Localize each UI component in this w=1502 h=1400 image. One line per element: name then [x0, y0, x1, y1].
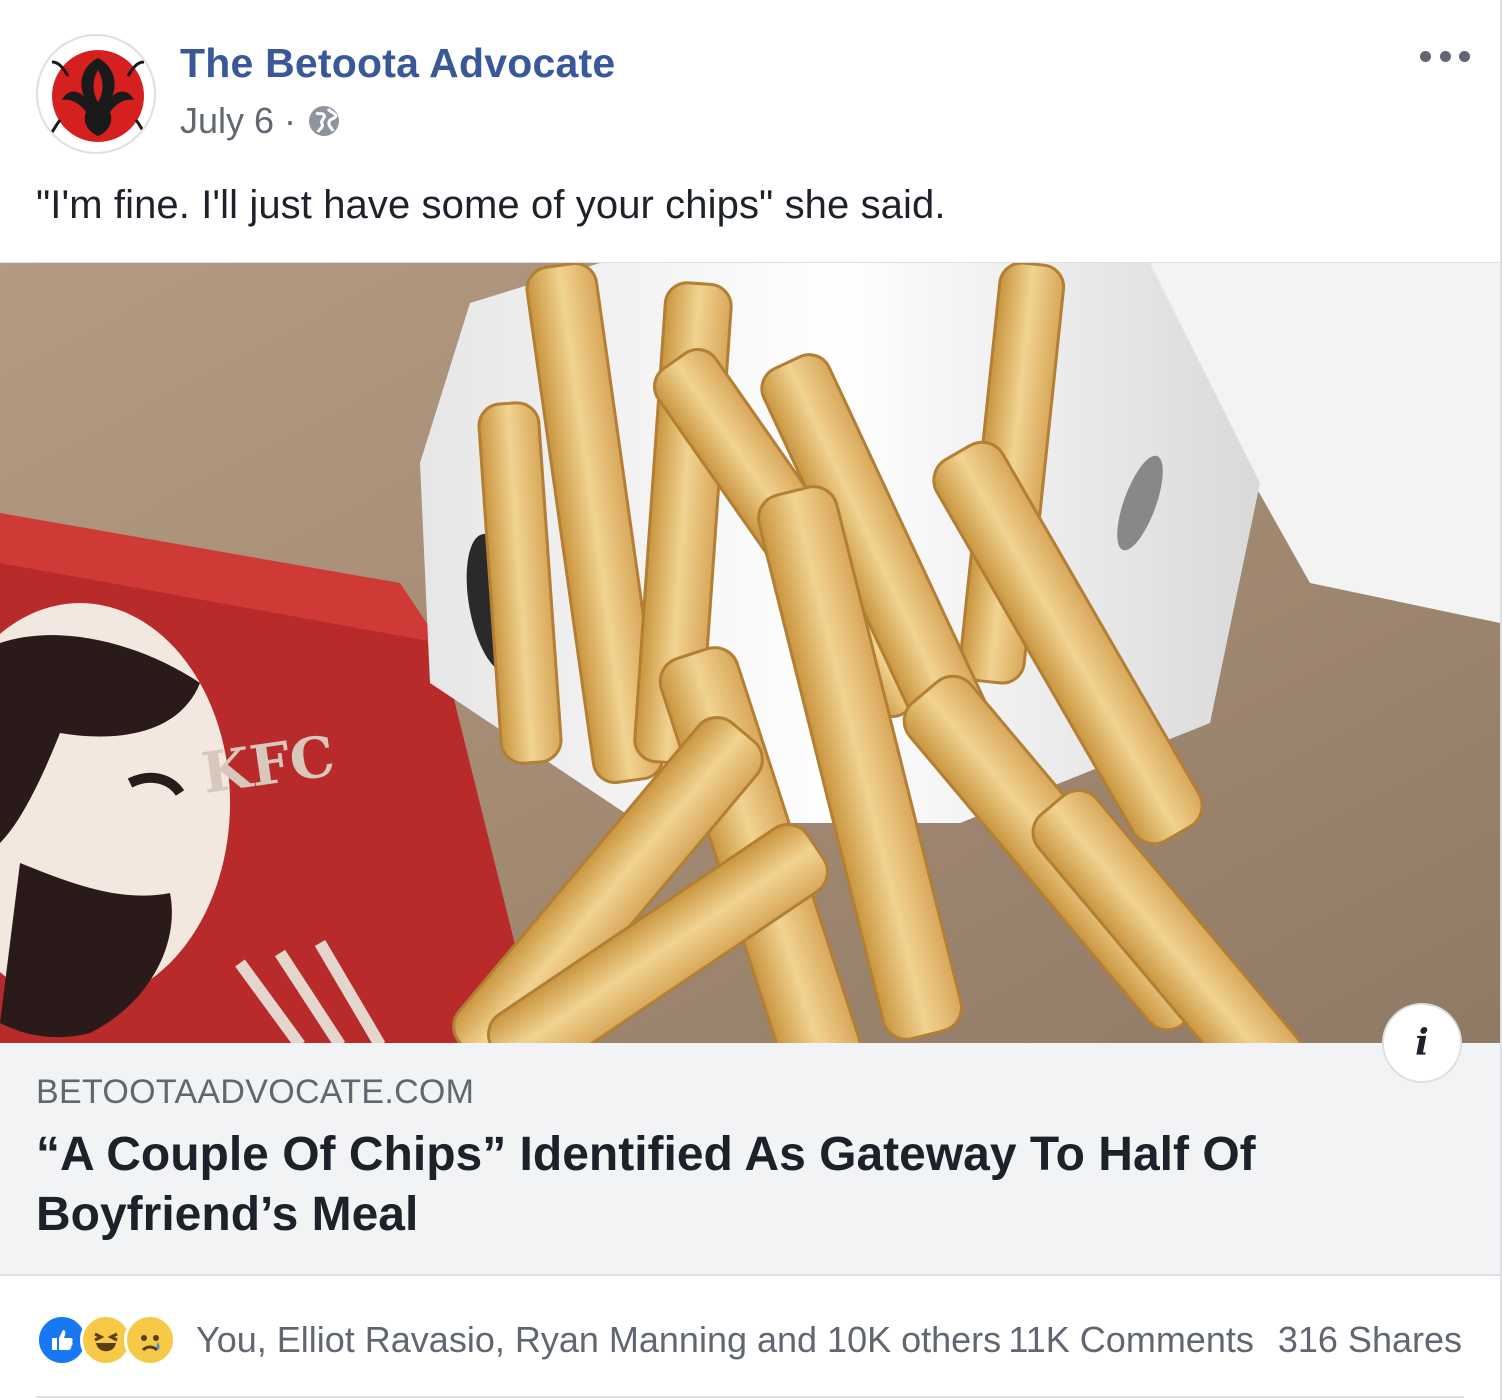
post-card: The Betoota Advocate July 6 · "I'm fine.…: [0, 0, 1502, 1400]
fries-photo: KFC: [0, 263, 1500, 1044]
comments-count-link[interactable]: 11K Comments: [1008, 1319, 1253, 1361]
divider: [36, 1396, 1464, 1398]
more-options-icon[interactable]: [1420, 44, 1470, 68]
post-message: "I'm fine. I'll just have some of your c…: [36, 183, 946, 227]
reactions-summary: You, Elliot Ravasio, Ryan Manning and 10…: [36, 1312, 1001, 1368]
shares-count-link[interactable]: 316 Shares: [1278, 1319, 1462, 1361]
sad-icon: [124, 1314, 176, 1366]
link-caption[interactable]: BETOOTAADVOCATE.COM “A Couple Of Chips” …: [0, 1043, 1500, 1276]
reaction-icons[interactable]: [36, 1314, 176, 1366]
page-avatar[interactable]: [36, 34, 156, 154]
meta-separator: ·: [284, 100, 297, 141]
engagement-counts: 11K Comments 316 Shares: [1008, 1312, 1462, 1368]
link-headline[interactable]: “A Couple Of Chips” Identified As Gatewa…: [36, 1125, 1286, 1245]
page-name-link[interactable]: The Betoota Advocate: [180, 40, 615, 87]
reaction-names[interactable]: You, Elliot Ravasio, Ryan Manning and 10…: [196, 1319, 1001, 1361]
globe-icon[interactable]: [306, 103, 342, 139]
link-domain: BETOOTAADVOCATE.COM: [36, 1073, 475, 1111]
post-date[interactable]: July 6: [180, 100, 274, 142]
betoota-logo-icon: [47, 50, 149, 142]
post-meta: July 6 ·: [180, 100, 342, 142]
info-icon[interactable]: i: [1382, 1003, 1462, 1083]
link-preview-image[interactable]: KFC: [0, 262, 1500, 1044]
